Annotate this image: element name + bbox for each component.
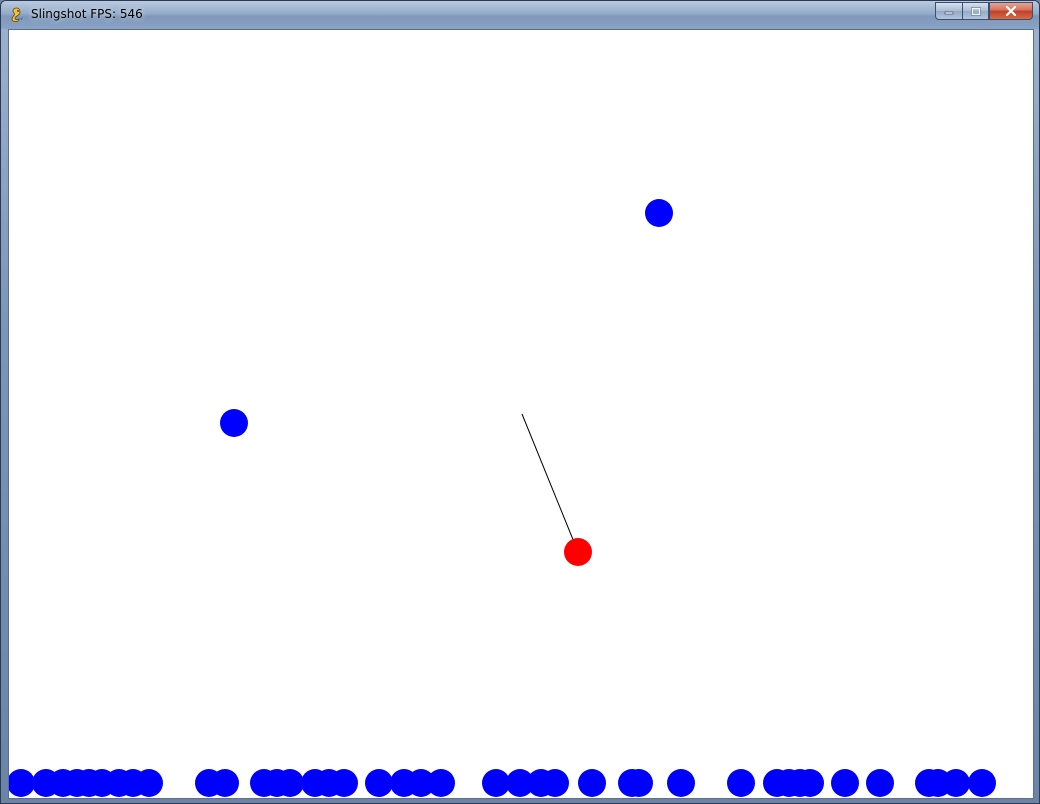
resting-ball xyxy=(330,769,358,797)
resting-ball xyxy=(541,769,569,797)
resting-ball xyxy=(276,769,304,797)
planet xyxy=(220,409,248,437)
game-canvas[interactable] xyxy=(8,29,1034,799)
aim-line xyxy=(521,413,575,543)
resting-ball xyxy=(968,769,996,797)
player-ball xyxy=(564,538,592,566)
resting-ball xyxy=(365,769,393,797)
app-window: Slingshot FPS: 546 xyxy=(0,0,1040,804)
resting-ball xyxy=(866,769,894,797)
minimize-button[interactable] xyxy=(935,2,962,20)
resting-ball xyxy=(831,769,859,797)
close-icon xyxy=(1005,6,1017,16)
pygame-snake-icon xyxy=(11,7,23,22)
resting-ball xyxy=(796,769,824,797)
resting-ball xyxy=(482,769,510,797)
resting-ball xyxy=(9,769,35,797)
resting-ball xyxy=(211,769,239,797)
window-title: Slingshot FPS: 546 xyxy=(31,7,143,21)
maximize-icon xyxy=(970,6,981,16)
planet xyxy=(645,199,673,227)
maximize-button[interactable] xyxy=(962,2,989,20)
resting-ball xyxy=(625,769,653,797)
resting-ball xyxy=(942,769,970,797)
close-button[interactable] xyxy=(989,2,1033,20)
resting-ball xyxy=(578,769,606,797)
resting-ball xyxy=(427,769,455,797)
window-controls xyxy=(935,2,1033,21)
resting-ball xyxy=(727,769,755,797)
resting-ball xyxy=(667,769,695,797)
resting-ball xyxy=(135,769,163,797)
minimize-icon xyxy=(944,11,954,15)
title-bar[interactable]: Slingshot FPS: 546 xyxy=(1,1,1039,29)
game-scene[interactable] xyxy=(9,30,1033,798)
